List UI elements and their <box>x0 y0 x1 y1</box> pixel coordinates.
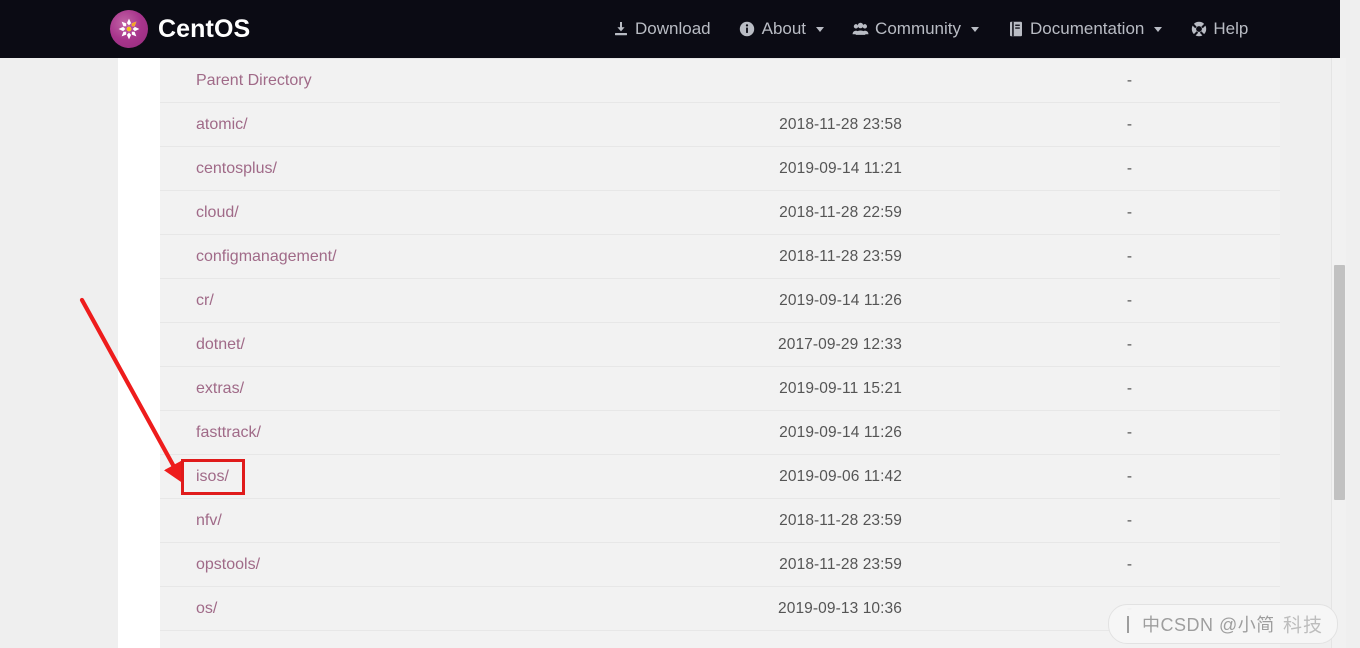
watermark-bar <box>1127 615 1129 633</box>
cell-size: - <box>902 454 1280 499</box>
cell-date: 2019-09-14 11:26 <box>682 410 902 455</box>
cell-name: atomic/ <box>160 102 682 147</box>
watermark-text: 中CSDN @小简 <box>1142 615 1275 635</box>
cell-date: 2019-09-11 15:21 <box>682 366 902 411</box>
navbar-menu: Download About Community Documentation H… <box>612 0 1248 58</box>
cell-name: os/ <box>160 586 682 631</box>
table-row: isos/2019-09-06 11:42- <box>160 454 1280 499</box>
directory-link[interactable]: cr/ <box>196 292 214 309</box>
nav-label: Documentation <box>1030 19 1145 38</box>
site-navbar: CentOS Download About Community Document… <box>0 0 1340 58</box>
directory-link[interactable]: isos/ <box>196 468 229 485</box>
scrollbar-thumb[interactable] <box>1334 265 1345 500</box>
cell-size: - <box>902 146 1280 191</box>
cell-name: dotnet/ <box>160 322 682 367</box>
book-icon <box>1007 21 1024 38</box>
table-row: centosplus/2019-09-14 11:21- <box>160 146 1280 191</box>
cell-name: nfv/ <box>160 498 682 543</box>
cell-name: Parent Directory <box>160 58 682 103</box>
directory-link[interactable]: nfv/ <box>196 512 222 529</box>
directory-link[interactable]: configmanagement/ <box>196 248 337 265</box>
cell-date <box>682 58 902 103</box>
users-icon <box>852 21 869 38</box>
directory-link[interactable]: opstools/ <box>196 556 260 573</box>
download-icon <box>612 21 629 38</box>
table-row: configmanagement/2018-11-28 23:59- <box>160 234 1280 279</box>
brand-name: CentOS <box>158 14 251 43</box>
directory-link[interactable]: os/ <box>196 600 217 617</box>
cell-date <box>682 630 902 648</box>
cell-size: - <box>902 234 1280 279</box>
nav-item-about[interactable]: About <box>739 19 825 39</box>
directory-link[interactable]: atomic/ <box>196 116 248 133</box>
cell-date: 2019-09-06 11:42 <box>682 454 902 499</box>
table-row: cloud/2018-11-28 22:59- <box>160 190 1280 235</box>
cell-size: - <box>902 498 1280 543</box>
directory-link[interactable]: extras/ <box>196 380 244 397</box>
nav-item-community[interactable]: Community <box>852 19 980 39</box>
cell-date: 2019-09-13 10:36 <box>682 586 902 631</box>
cell-size: - <box>902 58 1280 103</box>
cell-date: 2017-09-29 12:33 <box>682 322 902 367</box>
life-ring-icon <box>1190 21 1207 38</box>
vertical-scrollbar[interactable] <box>1331 58 1346 648</box>
table-row: extras/2019-09-11 15:21- <box>160 366 1280 411</box>
directory-link[interactable]: centosplus/ <box>196 160 277 177</box>
info-circle-icon <box>739 21 756 38</box>
watermark-ghost-text: 科技 <box>1282 615 1323 637</box>
cell-date: 2019-09-14 11:26 <box>682 278 902 323</box>
chevron-down-icon <box>816 26 825 32</box>
table-row: nfv/2018-11-28 23:59- <box>160 498 1280 543</box>
cell-size: - <box>902 366 1280 411</box>
csdn-watermark: 中CSDN @小简 科技 <box>1108 604 1338 644</box>
cell-name: isos/ <box>160 454 682 499</box>
directory-link[interactable]: Parent Directory <box>196 72 312 89</box>
centos-brand-link[interactable]: CentOS <box>110 10 250 48</box>
cell-name: extras/ <box>160 366 682 411</box>
cell-name: cloud/ <box>160 190 682 235</box>
nav-item-help[interactable]: Help <box>1190 19 1248 39</box>
centos-flower-logo-icon <box>110 10 148 48</box>
directory-listing-table: Parent Directory - atomic/2018-11-28 23:58… <box>160 58 1280 648</box>
nav-item-download[interactable]: Download <box>612 19 711 39</box>
cell-date: 2018-11-28 23:59 <box>682 498 902 543</box>
cell-size: - <box>902 410 1280 455</box>
browser-viewport: CentOS Download About Community Document… <box>0 0 1346 648</box>
cell-size: - <box>902 102 1280 147</box>
directory-link[interactable]: dotnet/ <box>196 336 245 353</box>
cell-size: - <box>902 278 1280 323</box>
cell-date: 2018-11-28 23:59 <box>682 234 902 279</box>
nav-item-documentation[interactable]: Documentation <box>1007 19 1163 39</box>
table-row: fasttrack/2019-09-14 11:26- <box>160 410 1280 455</box>
cell-size: - <box>902 322 1280 367</box>
cell-name: opstools/ <box>160 542 682 587</box>
table-row: dotnet/2017-09-29 12:33- <box>160 322 1280 367</box>
chevron-down-icon <box>971 26 980 32</box>
table-row: atomic/2018-11-28 23:58- <box>160 102 1280 147</box>
cell-date: 2018-11-28 23:59 <box>682 542 902 587</box>
cell-size: - <box>902 542 1280 587</box>
cell-name: configmanagement/ <box>160 234 682 279</box>
table-row: opstools/2018-11-28 23:59- <box>160 542 1280 587</box>
cell-date: 2018-11-28 23:58 <box>682 102 902 147</box>
cell-name: fasttrack/ <box>160 410 682 455</box>
nav-label: About <box>761 19 807 38</box>
chevron-down-icon <box>1154 26 1163 32</box>
nav-label: Help <box>1213 19 1249 38</box>
directory-link[interactable]: fasttrack/ <box>196 424 261 441</box>
nav-label: Community <box>875 19 962 38</box>
cell-name <box>160 630 682 648</box>
cell-name: centosplus/ <box>160 146 682 191</box>
cell-date: 2018-11-28 22:59 <box>682 190 902 235</box>
nav-label: Download <box>635 19 711 38</box>
table-row: cr/2019-09-14 11:26- <box>160 278 1280 323</box>
cell-size: - <box>902 190 1280 235</box>
directory-link[interactable]: cloud/ <box>196 204 239 221</box>
cell-name: cr/ <box>160 278 682 323</box>
table-row: Parent Directory - <box>160 58 1280 103</box>
cell-date: 2019-09-14 11:21 <box>682 146 902 191</box>
